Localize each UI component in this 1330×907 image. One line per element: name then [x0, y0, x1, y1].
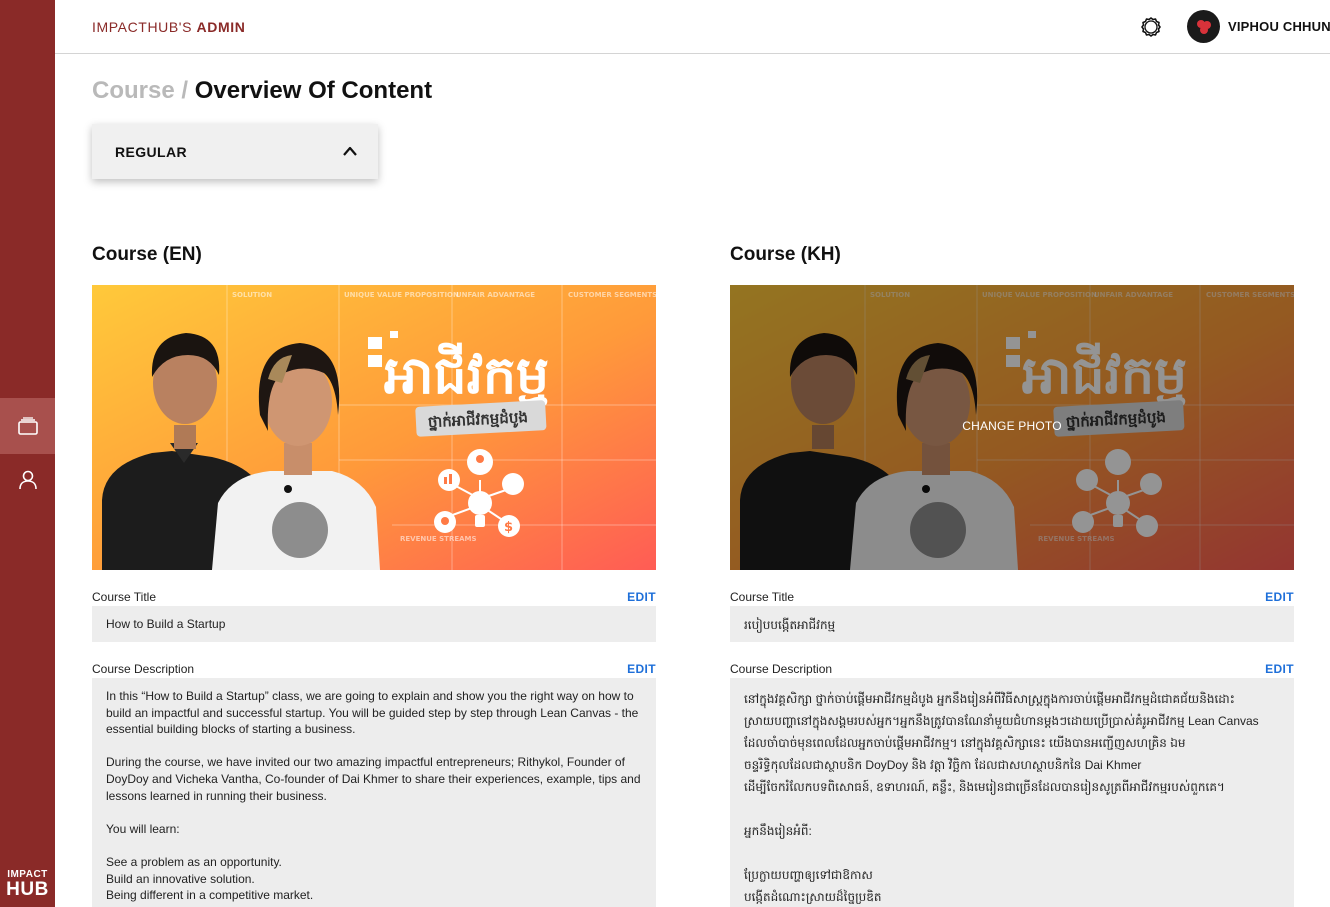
- course-en-desc-paragraph: You will learn:: [106, 821, 180, 836]
- course-en-description-label: Course Description: [92, 662, 195, 676]
- course-kh-desc-line: នៅក្នុងវគ្គសិក្សា ថ្នាក់ចាប់ផ្តើមអាជីវកម…: [744, 692, 1235, 706]
- course-kh-desc-list-item: បង្កើតដំណោះស្រាយដ៏ច្នៃប្រឌិត: [744, 890, 882, 904]
- brand-suffix: ADMIN: [196, 19, 246, 35]
- course-kh-heading: Course (KH): [730, 244, 841, 265]
- user-avatar-icon: [1196, 19, 1211, 34]
- course-kh-desc-list-item: ប្រែក្លាយបញ្ហាឲ្យទៅជាឱកាស: [744, 868, 873, 882]
- course-kh-description-field[interactable]: នៅក្នុងវគ្គសិក្សា ថ្នាក់ចាប់ផ្តើមអាជីវកម…: [730, 678, 1294, 907]
- course-en-title-value: How to Build a Startup: [106, 617, 226, 631]
- course-en-section: Course (EN) SOLUTION UNIQUE VALUE PROPOS…: [92, 244, 656, 907]
- logo-line-2: HUB: [6, 879, 49, 900]
- course-kh-title-label: Course Title: [730, 590, 795, 604]
- layers-icon: [17, 417, 38, 435]
- course-en-desc-list-item: See a problem as an opportunity.: [106, 854, 282, 869]
- course-en-description-field[interactable]: In this “How to Build a Startup” class, …: [92, 678, 656, 907]
- brand-prefix: IMPACTHUB'S: [92, 19, 193, 35]
- course-kh-desc-learn: អ្នកនឹងរៀនអំពី:: [744, 824, 812, 838]
- chevron-up-icon: [343, 146, 357, 156]
- level-select[interactable]: REGULAR: [92, 124, 378, 179]
- grid-label-revenue: REVENUE STREAMS: [400, 535, 477, 543]
- impact-hub-logo[interactable]: IMPACT HUB: [0, 870, 55, 900]
- course-en-title-label: Course Title: [92, 590, 157, 604]
- course-kh-title-field[interactable]: របៀបបង្កើតអាជីវកម្ម: [730, 606, 1294, 642]
- banner-title: អាជីវកម្ម: [384, 342, 549, 406]
- page-title: Overview Of Content: [194, 77, 433, 104]
- course-en-title-edit-button[interactable]: EDIT: [627, 590, 656, 604]
- grid-label-segments: CUSTOMER SEGMENTS: [568, 291, 656, 299]
- course-kh-photo[interactable]: SOLUTION UNIQUE VALUE PROPOSITION UNFAIR…: [730, 285, 1294, 570]
- course-kh-desc-line: ដើម្បីចែករំលែកបទពិសោធន៍, ឧទាហរណ៍, គន្លឹះ…: [744, 780, 1225, 794]
- top-bar: IMPACTHUB'S ADMIN VIPHOU CHHUN: [55, 0, 1330, 54]
- course-en-heading: Course (EN): [92, 244, 202, 265]
- settings-icon[interactable]: [1140, 16, 1162, 38]
- grid-label-advantage: UNFAIR ADVANTAGE: [456, 291, 535, 299]
- course-kh-description-label: Course Description: [730, 662, 833, 676]
- breadcrumb: Course / Overview Of Content: [92, 77, 432, 105]
- course-kh-desc-line: ស្រាយបញ្ហានៅក្នុងសង្គមរបស់អ្នក។អ្នកនឹងត្…: [744, 714, 1259, 728]
- svg-text:$: $: [504, 520, 513, 535]
- course-en-description-edit-button[interactable]: EDIT: [627, 662, 656, 676]
- course-kh-section: Course (KH) SOLUTION UNIQUE VALUE PROPOS…: [730, 244, 1294, 907]
- sidebar-item-users[interactable]: [0, 452, 55, 508]
- grid-label-solution: SOLUTION: [232, 291, 272, 299]
- user-icon: [18, 470, 37, 490]
- level-select-value: REGULAR: [115, 144, 188, 160]
- course-en-desc-paragraph: In this “How to Build a Startup” class, …: [106, 689, 639, 737]
- course-en-desc-list-item: Build an innovative solution.: [106, 871, 255, 886]
- course-en-desc-paragraph: During the course, we have invited our t…: [106, 755, 641, 803]
- course-kh-desc-line: ចន្ទរិទ្ធិកុលដែលជាស្ថាបនិក DoyDoy និង វត…: [744, 758, 1142, 772]
- course-en-desc-list-item: Being different in a competitive market.: [106, 888, 314, 903]
- course-kh-desc-line: ដែលចាំបាច់មុនពេលដែលអ្នកចាប់ផ្តើមអាជីវកម្…: [744, 736, 1186, 750]
- user-name[interactable]: VIPHOU CHHUN: [1228, 19, 1330, 34]
- course-kh-description-edit-button[interactable]: EDIT: [1265, 662, 1294, 676]
- sidebar-item-courses[interactable]: [0, 398, 55, 454]
- breadcrumb-parent[interactable]: Course /: [92, 77, 188, 104]
- avatar[interactable]: [1187, 10, 1220, 43]
- grid-label-uvp: UNIQUE VALUE PROPOSITION: [344, 291, 459, 299]
- course-kh-title-value: របៀបបង្កើតអាជីវកម្ម: [744, 618, 836, 632]
- app-brand[interactable]: IMPACTHUB'S ADMIN: [92, 19, 245, 35]
- course-kh-title-edit-button[interactable]: EDIT: [1265, 590, 1294, 604]
- sidebar: IMPACT HUB: [0, 0, 55, 907]
- change-photo-button[interactable]: CHANGE PHOTO: [730, 419, 1294, 433]
- course-en-photo[interactable]: SOLUTION UNIQUE VALUE PROPOSITION UNFAIR…: [92, 285, 656, 570]
- course-en-title-field[interactable]: How to Build a Startup: [92, 606, 656, 642]
